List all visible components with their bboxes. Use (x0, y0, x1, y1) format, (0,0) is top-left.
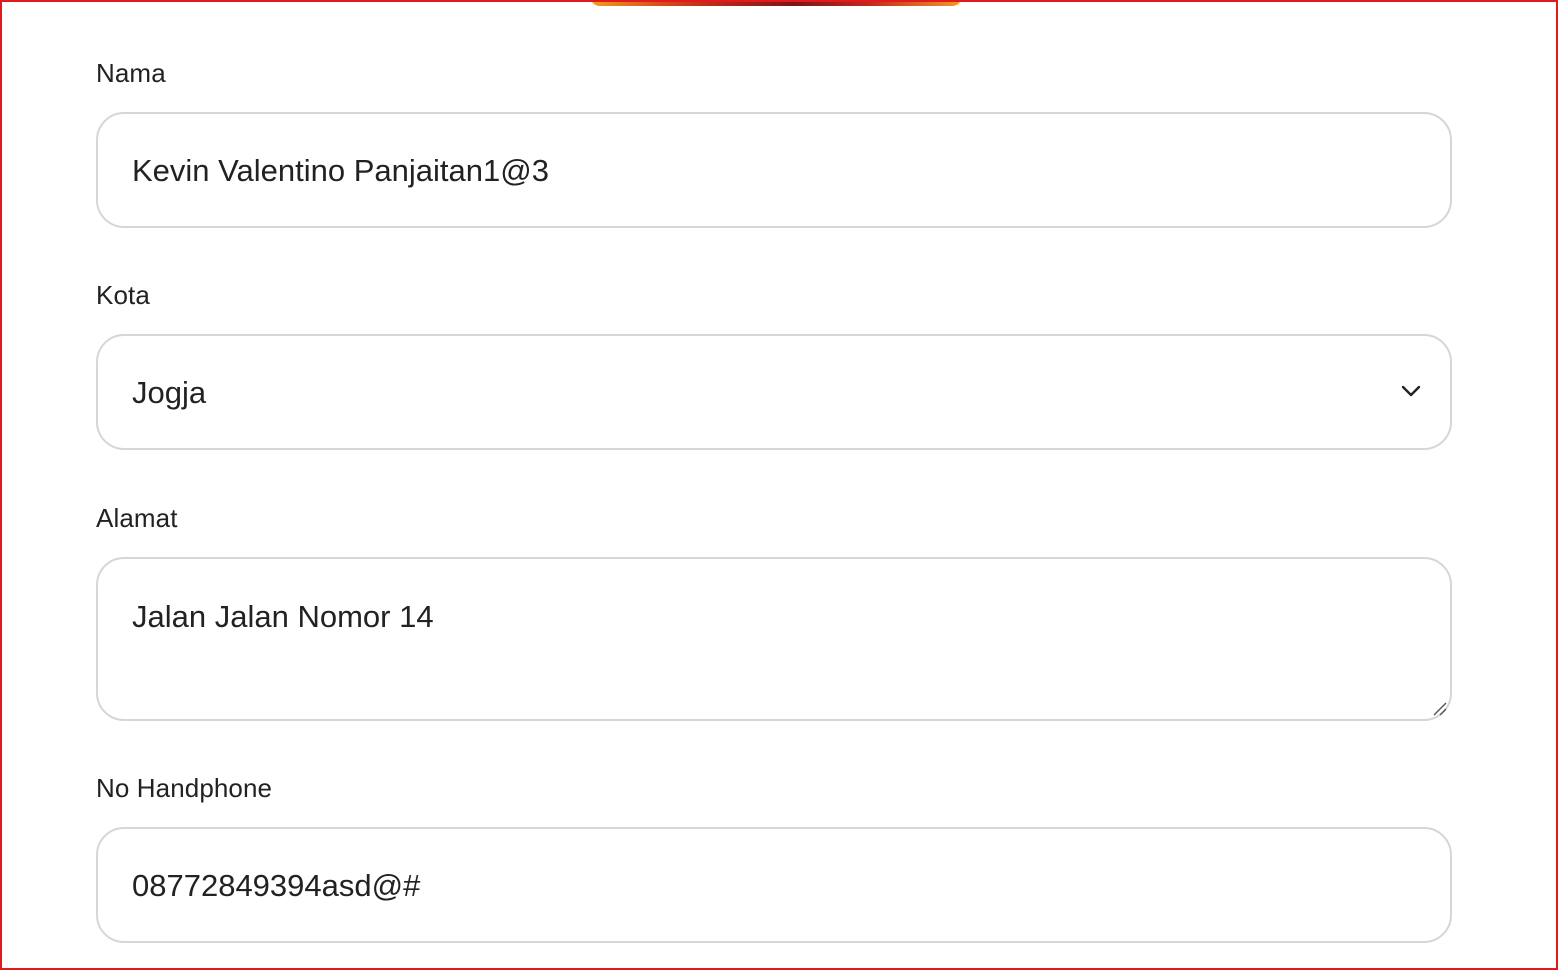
alamat-label: Alamat (96, 503, 178, 533)
nama-label: Nama (96, 58, 166, 88)
nama-input[interactable]: Kevin Valentino Panjaitan1@3 (96, 112, 1452, 228)
no-handphone-input[interactable]: 08772849394asd@# (96, 827, 1452, 943)
header-image-edge (590, 2, 962, 6)
kota-label: Kota (96, 280, 150, 310)
kota-select-value: Jogja (132, 375, 207, 410)
no-handphone-input-value: 08772849394asd@# (132, 868, 421, 903)
alamat-textarea-value: Jalan Jalan Nomor 14 (132, 599, 434, 634)
page-frame: Nama Kevin Valentino Panjaitan1@3 Kota J… (0, 0, 1558, 970)
no-handphone-label: No Handphone (96, 773, 273, 803)
kota-select[interactable]: Jogja (96, 334, 1452, 450)
chevron-down-icon[interactable] (1400, 380, 1422, 402)
alamat-textarea[interactable]: Jalan Jalan Nomor 14 (96, 557, 1452, 721)
resize-handle-icon[interactable] (1430, 699, 1448, 717)
nama-input-value: Kevin Valentino Panjaitan1@3 (132, 153, 549, 188)
